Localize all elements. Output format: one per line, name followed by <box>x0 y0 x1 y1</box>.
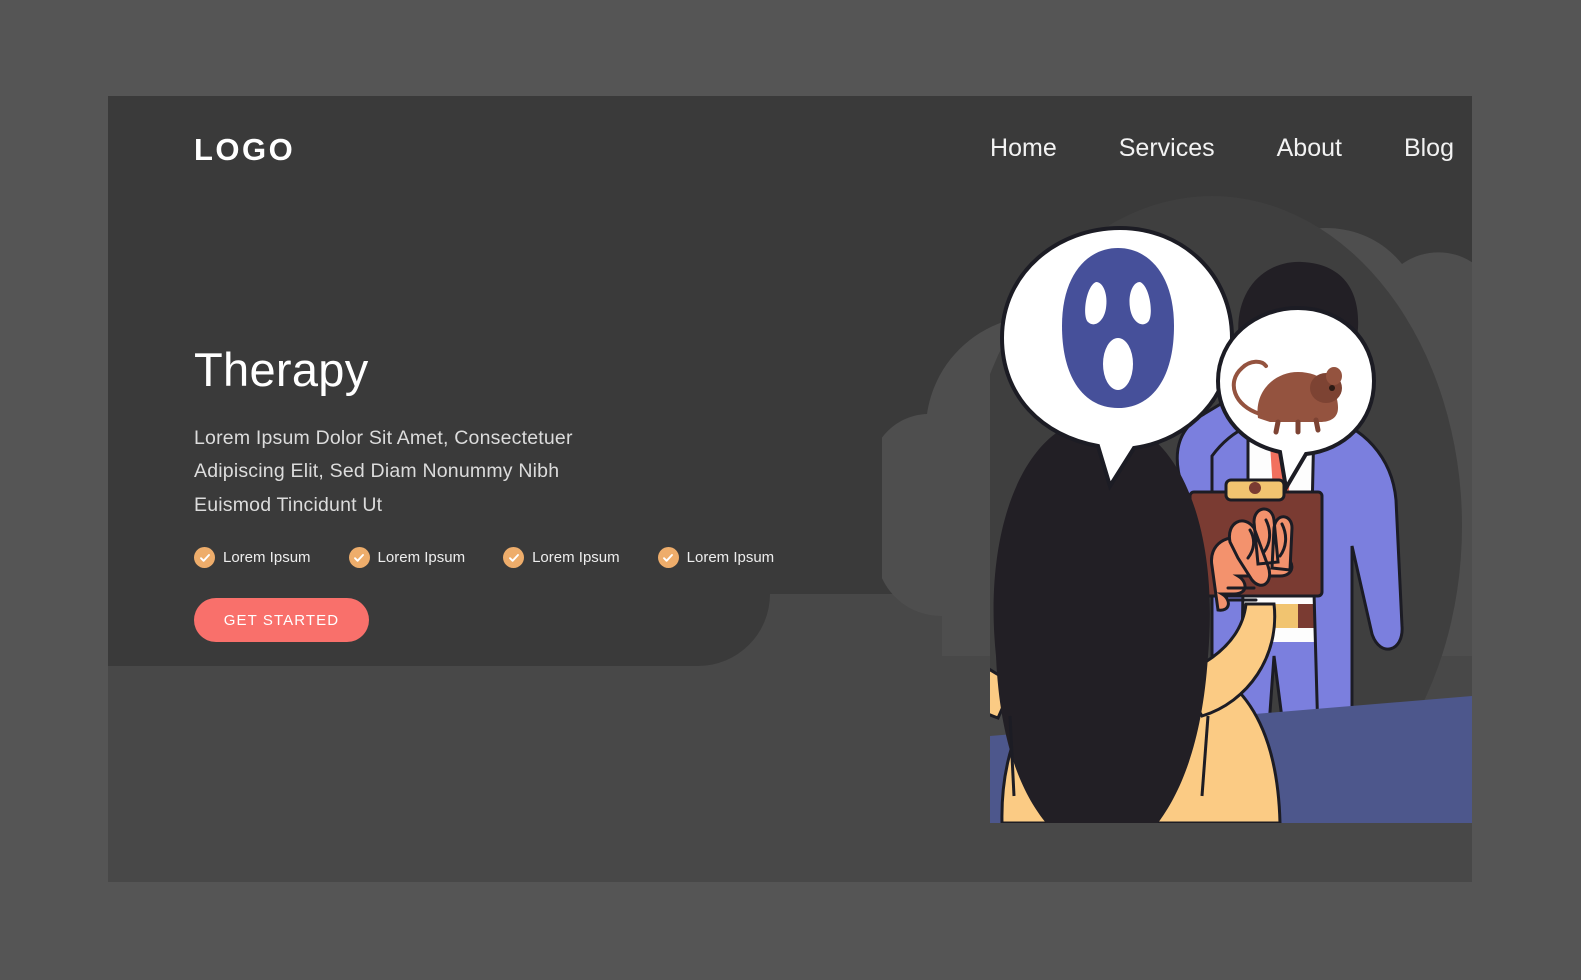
nav-item-services[interactable]: Services <box>1119 134 1215 163</box>
feature-label: Lorem Ipsum <box>686 549 775 567</box>
feature-label: Lorem Ipsum <box>532 549 620 567</box>
feature-label: Lorem Ipsum <box>223 549 311 567</box>
feature-item: Lorem Ipsum <box>194 547 311 569</box>
hero-description: Lorem Ipsum Dolor Sit Amet, Consectetuer… <box>194 426 573 516</box>
feature-list: Lorem Ipsum Lorem Ipsum Lorem Ipsum Lore… <box>194 547 774 569</box>
screaming-ghost-face-icon <box>1062 248 1174 408</box>
screenshot-root: LOGO Home Services About Blog Therapy Lo… <box>0 0 1581 980</box>
check-circle-icon <box>503 547 525 569</box>
check-circle-icon <box>348 547 370 569</box>
feature-item: Lorem Ipsum <box>503 547 620 569</box>
get-started-button[interactable]: GET STARTED <box>194 598 369 643</box>
logo[interactable]: LOGO <box>194 132 295 168</box>
site-header: LOGO Home Services About Blog <box>108 96 1472 216</box>
nav-item-about[interactable]: About <box>1277 134 1342 163</box>
check-circle-icon <box>657 547 679 569</box>
feature-item: Lorem Ipsum <box>348 547 466 569</box>
feature-item: Lorem Ipsum <box>657 547 775 569</box>
main-navigation: Home Services About Blog <box>990 134 1454 163</box>
nav-item-blog[interactable]: Blog <box>1404 134 1454 163</box>
nav-item-home[interactable]: Home <box>990 134 1057 163</box>
feature-label: Lorem Ipsum <box>377 549 466 567</box>
check-circle-icon <box>194 547 215 569</box>
hero-card: LOGO Home Services About Blog Therapy Lo… <box>108 96 1472 882</box>
hero-content: Therapy Lorem Ipsum Dolor Sit Amet, Cons… <box>194 343 774 643</box>
page-title: Therapy <box>194 343 369 396</box>
